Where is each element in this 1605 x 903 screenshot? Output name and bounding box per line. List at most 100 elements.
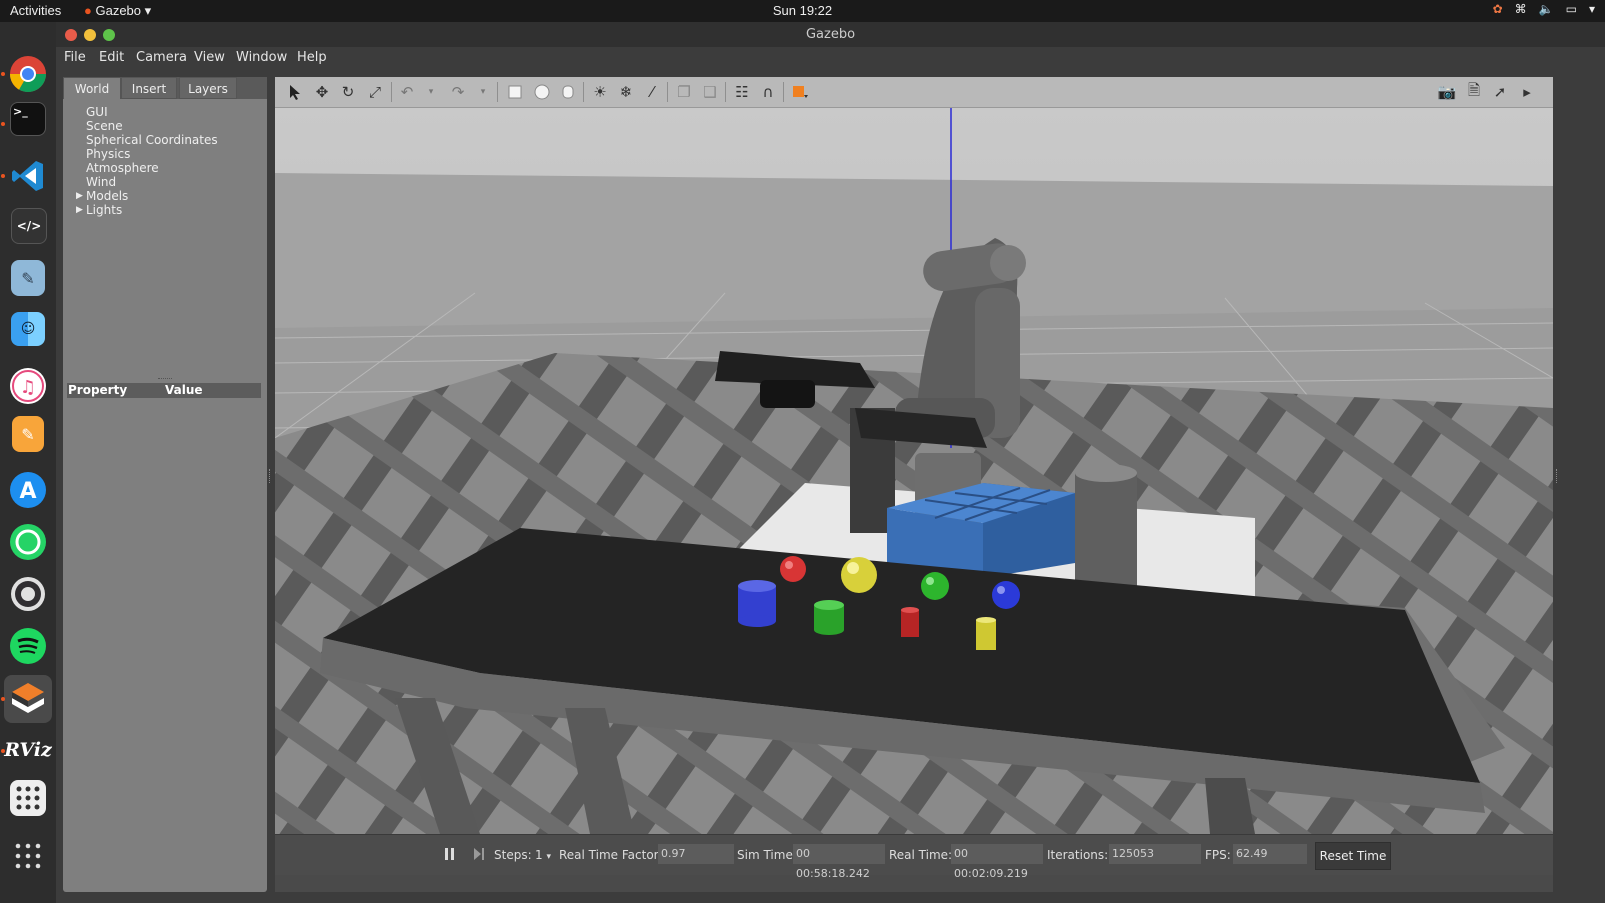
cylinder-shape-icon[interactable] xyxy=(558,82,578,102)
toolbar: ✥ ↻ ⤢ ↶ ▾ ↷ ▾ ☀ ❄ ⁄ ❐ ❑ ☷ ∩ 📷 🗎 ➚ ▸ xyxy=(275,77,1553,108)
view-angle-icon[interactable] xyxy=(790,82,810,102)
panel-tabs: World Insert Layers xyxy=(63,77,267,99)
chrome-icon[interactable] xyxy=(6,52,50,96)
directional-light-icon[interactable]: ⁄ xyxy=(642,82,662,102)
fps-field: 62.49 xyxy=(1233,844,1307,864)
tree-item-models[interactable]: ▶ Models xyxy=(63,189,267,203)
dock: >_ </> ✎ ☺ ♫ ✎ A RViz xyxy=(0,22,56,903)
show-apps-icon[interactable] xyxy=(6,834,50,878)
redo-dropdown-icon[interactable]: ▾ xyxy=(473,82,493,102)
menu-window[interactable]: Window xyxy=(236,50,287,65)
reset-time-button[interactable]: Reset Time xyxy=(1315,842,1391,870)
redo-icon[interactable]: ↷ xyxy=(448,82,468,102)
green-sphere xyxy=(921,572,949,600)
battery-icon[interactable]: ▭ xyxy=(1566,2,1577,16)
snap-icon[interactable]: ∩ xyxy=(758,82,778,102)
select-mode-icon[interactable] xyxy=(285,82,305,102)
3d-scene-viewport[interactable] xyxy=(275,108,1553,834)
plot-icon[interactable]: ➚ xyxy=(1490,82,1510,102)
tab-world[interactable]: World xyxy=(63,77,121,99)
splitter-handle[interactable] xyxy=(158,378,172,381)
blue-sphere xyxy=(992,581,1020,609)
pause-icon[interactable] xyxy=(443,847,457,861)
box-shape-icon[interactable] xyxy=(505,82,525,102)
screenshot-camera-icon[interactable]: 📷 xyxy=(1437,82,1457,102)
tree-item-scene[interactable]: Scene xyxy=(63,119,267,133)
obs-icon[interactable] xyxy=(6,572,50,616)
menu-view[interactable]: View xyxy=(194,50,225,65)
rotate-mode-icon[interactable]: ↻ xyxy=(338,82,358,102)
menu-file[interactable]: File xyxy=(64,50,86,65)
right-panel-handle[interactable] xyxy=(1556,469,1559,483)
menu-camera[interactable]: Camera xyxy=(136,50,187,65)
clock-container: Sun 19:22 xyxy=(0,3,1605,18)
sphere-shape-icon[interactable] xyxy=(532,82,552,102)
video-record-icon[interactable]: ▸ xyxy=(1517,82,1537,102)
paste-icon[interactable]: ❑ xyxy=(700,82,720,102)
spot-light-icon[interactable]: ❄ xyxy=(616,82,636,102)
system-menu-icon[interactable]: ▾ xyxy=(1589,2,1595,16)
terminal-icon[interactable]: >_ xyxy=(10,102,46,136)
translate-mode-icon[interactable]: ✥ xyxy=(312,82,332,102)
undo-dropdown-icon[interactable]: ▾ xyxy=(421,82,441,102)
status-bar: Steps: 1 ▾ Real Time Factor: 0.97 Sim Ti… xyxy=(275,834,1553,880)
tree-item-wind[interactable]: Wind xyxy=(63,175,267,189)
volume-icon[interactable]: 🔈 xyxy=(1539,2,1554,16)
pages-icon[interactable]: ✎ xyxy=(12,416,44,452)
sublime-icon[interactable]: </> xyxy=(11,208,47,244)
tab-insert[interactable]: Insert xyxy=(121,77,177,99)
align-icon[interactable]: ☷ xyxy=(732,82,752,102)
step-icon[interactable] xyxy=(472,847,486,861)
menu-edit[interactable]: Edit xyxy=(99,50,124,65)
real-time-field: 00 00:02:09.219 xyxy=(951,844,1043,880)
gazebo-icon[interactable] xyxy=(4,675,52,723)
screencast-icon[interactable]: ✿ xyxy=(1493,2,1503,16)
launchpad-icon[interactable] xyxy=(10,780,46,816)
expand-arrow-icon[interactable]: ▶ xyxy=(76,189,83,203)
activities-button[interactable]: Activities xyxy=(10,3,61,18)
red-cylinder xyxy=(901,607,919,637)
real-time-label: Real Time: xyxy=(889,848,953,862)
point-light-icon[interactable]: ☀ xyxy=(590,82,610,102)
tree-item-label: Lights xyxy=(86,203,123,217)
steps-value[interactable]: 1 ▾ xyxy=(535,848,551,862)
title-bar: Gazebo xyxy=(56,22,1605,47)
rtf-field: 0.97 xyxy=(658,844,734,864)
tree-item-gui[interactable]: GUI xyxy=(63,105,267,119)
rviz-icon[interactable]: RViz xyxy=(4,728,52,772)
finder-icon[interactable]: ☺ xyxy=(11,312,45,346)
tree-item-lights[interactable]: ▶ Lights xyxy=(63,203,267,217)
scale-mode-icon[interactable]: ⤢ xyxy=(365,82,385,102)
menu-bar: File Edit Camera View Window Help xyxy=(56,47,1605,69)
menu-help[interactable]: Help xyxy=(297,50,327,65)
tree-item-label: Scene xyxy=(86,119,123,133)
appstore-icon[interactable]: A xyxy=(6,468,50,512)
itunes-icon[interactable]: ♫ xyxy=(6,364,50,408)
expand-arrow-icon[interactable]: ▶ xyxy=(76,203,83,217)
value-column-header[interactable]: Value xyxy=(165,383,203,397)
wifi-icon[interactable]: ⌘ xyxy=(1515,2,1527,16)
clock[interactable]: Sun 19:22 xyxy=(773,3,832,18)
property-column-header[interactable]: Property xyxy=(68,383,127,397)
spotify-icon[interactable] xyxy=(6,624,50,668)
undo-icon[interactable]: ↶ xyxy=(397,82,417,102)
panel-resize-handle[interactable] xyxy=(269,469,272,483)
steps-dropdown-icon: ▾ xyxy=(546,852,551,862)
steps-label: Steps: xyxy=(494,848,532,862)
world-tree: GUI Scene Spherical Coordinates Physics … xyxy=(63,105,267,217)
gazebo-window: Gazebo File Edit Camera View Window Help… xyxy=(56,22,1605,903)
tree-item-atmosphere[interactable]: Atmosphere xyxy=(63,161,267,175)
vscode-icon[interactable] xyxy=(6,154,50,198)
tab-layers[interactable]: Layers xyxy=(179,77,237,99)
copy-icon[interactable]: ❐ xyxy=(674,82,694,102)
iterations-label: Iterations: xyxy=(1047,848,1109,862)
gray-cylinder xyxy=(1075,464,1137,588)
system-tray: ✿ ⌘ 🔈 ▭ ▾ xyxy=(1493,2,1595,16)
tree-item-spherical-coordinates[interactable]: Spherical Coordinates xyxy=(63,133,267,147)
whatsapp-icon[interactable] xyxy=(6,520,50,564)
iterations-field: 125053 xyxy=(1109,844,1201,864)
tree-item-physics[interactable]: Physics xyxy=(63,147,267,161)
app-menu[interactable]: ● Gazebo ▾ xyxy=(84,3,151,19)
preview-icon[interactable]: ✎ xyxy=(11,260,45,296)
log-data-icon[interactable]: 🗎 xyxy=(1464,81,1484,102)
